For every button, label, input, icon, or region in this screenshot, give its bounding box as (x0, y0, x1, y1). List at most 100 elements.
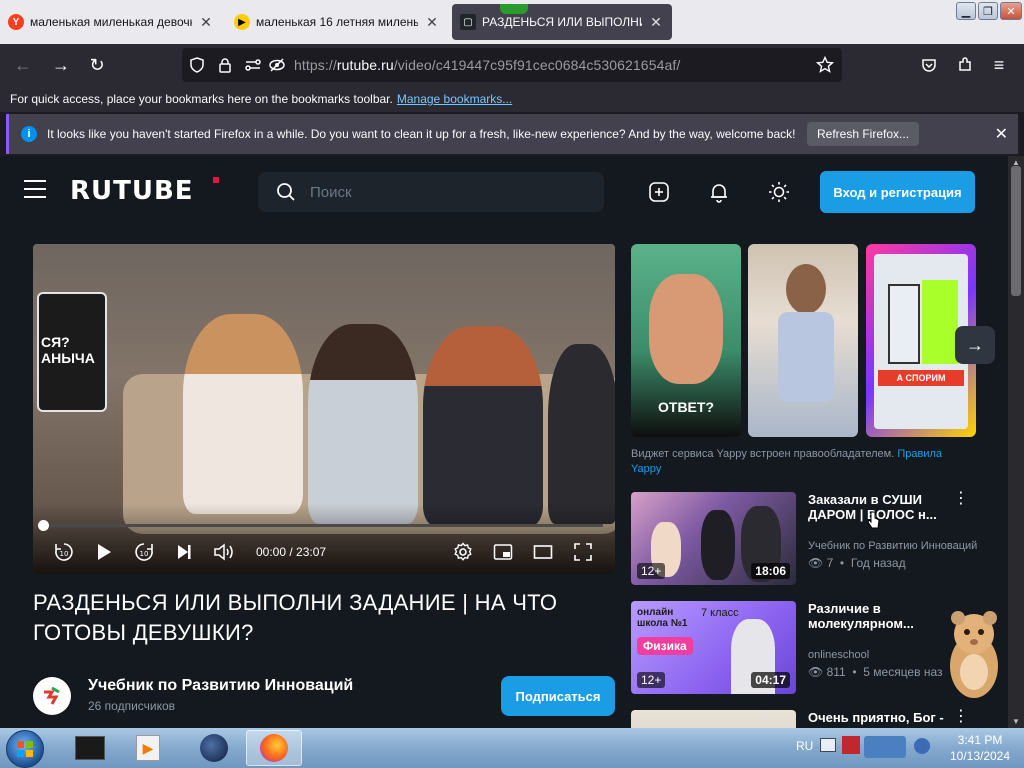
close-tab-icon[interactable]: ✕ (648, 14, 664, 31)
more-options-icon[interactable]: ⋮ (953, 491, 969, 516)
scroll-down-icon[interactable]: ▼ (1012, 717, 1020, 726)
forward-10-icon[interactable]: 10 (133, 541, 155, 563)
volume-icon[interactable] (213, 541, 235, 563)
rutube-page: RUTUBE Поиск Вход и регистрация СЯ? АНЫЧ… (0, 156, 1008, 728)
tab-rutube[interactable]: ▢ РАЗДЕНЬСЯ ИЛИ ВЫПОЛНИ З ✕ (452, 4, 672, 40)
tray-app-icon[interactable] (842, 736, 860, 754)
yappy-short[interactable]: ОТВЕТ? (631, 244, 741, 437)
play-icon[interactable] (93, 541, 115, 563)
fullscreen-icon[interactable] (572, 541, 594, 563)
manage-bookmarks-link[interactable]: Manage bookmarks... (397, 92, 512, 106)
close-window-button[interactable]: ✕ (1000, 2, 1022, 20)
close-tab-icon[interactable]: ✕ (424, 14, 440, 31)
recommendation-item[interactable]: 12+ 18:06 Заказали в СУШИ ДАРОМ | ВОЛОС … (631, 491, 991, 585)
taskbar-app-terminal[interactable] (62, 730, 118, 766)
reload-button[interactable]: ↻ (84, 52, 110, 78)
tracking-blocked-icon[interactable] (266, 54, 288, 76)
video-person (308, 324, 418, 524)
network-icon[interactable] (864, 736, 906, 758)
tab-video[interactable]: ▶ маленькая 16 летняя милены ✕ (226, 4, 448, 40)
recommendation-thumbnail[interactable] (631, 710, 796, 728)
start-button[interactable] (6, 730, 44, 768)
maximize-button[interactable]: ❐ (978, 2, 998, 20)
menu-icon[interactable]: ≡ (986, 52, 1012, 78)
theater-mode-icon[interactable] (532, 541, 554, 563)
channel-avatar[interactable] (33, 677, 71, 715)
search-icon (277, 183, 295, 201)
info-icon: i (21, 126, 37, 142)
poster-text: СЯ? АНЫЧА (41, 334, 95, 366)
taskbar-app-media[interactable]: ▶ (120, 730, 176, 766)
clock[interactable]: 3:41 PM 10/13/2024 (940, 732, 1020, 764)
forward-button[interactable]: → (48, 52, 74, 78)
taskbar: ▶ RU 3:41 PM 10/13/2024 (0, 728, 1024, 768)
progress-knob[interactable] (38, 520, 49, 531)
back-button[interactable]: ← (10, 52, 36, 78)
progress-bar[interactable] (38, 520, 603, 531)
firefox-icon (260, 734, 288, 762)
recommendation-thumbnail[interactable]: 12+ 18:06 (631, 492, 796, 585)
next-video-icon[interactable] (173, 541, 195, 563)
short-caption: ОТВЕТ? (658, 399, 714, 415)
url-path: /video/c419447c95f91cec0684c530621654af/ (393, 57, 681, 73)
current-time: 00:00 (256, 545, 287, 559)
tab-yandex[interactable]: Y маленькая миленькая девочк ✕ (0, 4, 222, 40)
search-box[interactable]: Поиск (258, 172, 604, 212)
video-person (423, 326, 543, 526)
recommendation-item[interactable]: Очень приятно, Бог - ⋮ (631, 709, 991, 728)
video-title: РАЗДЕНЬСЯ ИЛИ ВЫПОЛНИ ЗАДАНИЕ | НА ЧТО Г… (33, 590, 558, 645)
bell-icon[interactable] (708, 181, 730, 203)
close-notification-icon[interactable]: ✕ (995, 124, 1008, 144)
recommendation-item[interactable]: онлайн школа №1 Физика 7 класс 12+ 04:17… (631, 601, 991, 694)
recommendation-channel[interactable]: Учебник по Развитию Инноваций (808, 540, 977, 552)
upload-icon[interactable] (648, 181, 670, 203)
lock-icon[interactable] (214, 54, 236, 76)
recommendation-channel[interactable]: onlineschool (808, 649, 869, 661)
shorts-next-arrow-icon[interactable]: → (955, 326, 995, 364)
language-indicator[interactable]: RU (796, 739, 813, 753)
shield-icon[interactable] (186, 54, 208, 76)
controls-gradient (33, 504, 615, 574)
hamburger-menu-icon[interactable] (24, 180, 46, 198)
tab-label: маленькая миленькая девочк (30, 15, 192, 29)
page-scrollbar[interactable]: ▲ ▼ (1008, 156, 1024, 728)
thumb-school-text: онлайн школа №1 (637, 607, 688, 629)
upload-age: Год назад (850, 556, 906, 570)
bookmark-star-icon[interactable] (814, 54, 836, 76)
settings-gear-icon[interactable] (452, 541, 474, 563)
url-host: rutube.ru (336, 57, 394, 73)
navigation-bar: ← → ↻ https://rutube.ru/video/c419447c95… (0, 44, 1024, 86)
theme-sun-icon[interactable] (768, 181, 790, 203)
url-bar[interactable]: https://rutube.ru/video/c419447c95f91cec… (182, 48, 842, 82)
subscribe-button[interactable]: Подписаться (501, 676, 615, 716)
recommendation-thumbnail[interactable]: онлайн школа №1 Физика 7 класс 12+ 04:17 (631, 601, 796, 694)
recommendation-title[interactable]: Различие в молекулярном... (808, 601, 948, 631)
yappy-note: Виджет сервиса Yappy встроен правооблада… (631, 447, 961, 477)
rewind-10-icon[interactable]: 10 (53, 541, 75, 563)
more-options-icon[interactable]: ⋮ (953, 709, 969, 728)
extensions-icon[interactable] (952, 52, 978, 78)
keyboard-icon[interactable] (820, 738, 836, 752)
eye-icon: 👁 (808, 556, 824, 570)
close-tab-icon[interactable]: ✕ (198, 14, 214, 31)
refresh-firefox-button[interactable]: Refresh Firefox... (807, 122, 920, 146)
video-player[interactable]: СЯ? АНЫЧА 10 10 00:00 / 23:07 (33, 244, 615, 574)
eye-icon: 👁 (808, 665, 824, 679)
windows-logo-icon (17, 741, 33, 757)
pip-icon[interactable] (492, 541, 514, 563)
scrollbar-thumb[interactable] (1011, 166, 1021, 296)
yappy-note-text: Виджет сервиса Yappy встроен правооблада… (631, 448, 895, 460)
short-caption: А СПОРИМ (878, 370, 964, 386)
yappy-short[interactable] (748, 244, 858, 437)
taskbar-app-globe[interactable] (186, 730, 242, 766)
rutube-logo[interactable]: RUTUBE (70, 176, 194, 206)
taskbar-app-firefox[interactable] (246, 730, 302, 766)
recommendation-title[interactable]: Очень приятно, Бог - (808, 710, 948, 725)
login-button[interactable]: Вход и регистрация (820, 171, 975, 213)
minimize-button[interactable]: ▁ (956, 2, 976, 20)
permissions-icon[interactable] (242, 54, 264, 76)
pocket-icon[interactable] (916, 52, 942, 78)
url-text[interactable]: https://rutube.ru/video/c419447c95f91cec… (294, 57, 680, 73)
speaker-icon[interactable] (914, 738, 930, 754)
channel-name[interactable]: Учебник по Развитию Инноваций (88, 677, 353, 695)
